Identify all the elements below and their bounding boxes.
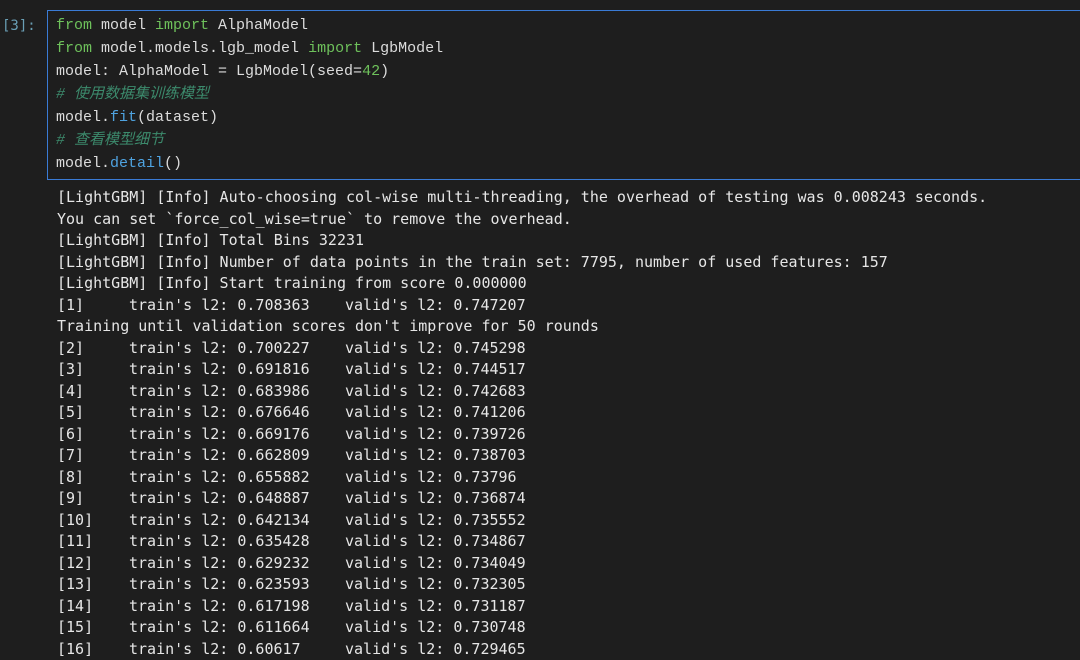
train-l2: train's l2: 0.708363 (129, 295, 345, 317)
training-round-row: [11]train's l2: 0.635428valid's l2: 0.73… (57, 531, 987, 553)
training-round-row: [6]train's l2: 0.669176valid's l2: 0.739… (57, 424, 987, 446)
round-index: [16] (57, 639, 129, 660)
valid-l2: valid's l2: 0.734049 (345, 554, 526, 572)
round-index: [4] (57, 381, 129, 403)
train-l2: train's l2: 0.629232 (129, 553, 345, 575)
training-round-row: [15]train's l2: 0.611664valid's l2: 0.73… (57, 617, 987, 639)
round-index: [10] (57, 510, 129, 532)
module-name: model (92, 17, 155, 34)
training-round-row: [9]train's l2: 0.648887valid's l2: 0.736… (57, 488, 987, 510)
round-index: [8] (57, 467, 129, 489)
training-rounds-list: [2]train's l2: 0.700227valid's l2: 0.745… (57, 338, 987, 660)
valid-l2: valid's l2: 0.736874 (345, 489, 526, 507)
valid-l2: valid's l2: 0.742683 (345, 382, 526, 400)
training-round-row: [14]train's l2: 0.617198valid's l2: 0.73… (57, 596, 987, 618)
code-line: model.detail() (56, 155, 182, 172)
train-l2: train's l2: 0.611664 (129, 617, 345, 639)
round-index: [12] (57, 553, 129, 575)
code-text: model. (56, 155, 110, 172)
valid-l2: valid's l2: 0.744517 (345, 360, 526, 378)
round-index: [13] (57, 574, 129, 596)
valid-l2: valid's l2: 0.745298 (345, 339, 526, 357)
keyword: from (56, 40, 92, 57)
log-line: [LightGBM] [Info] Auto-choosing col-wise… (57, 187, 987, 209)
training-round-row: [3]train's l2: 0.691816valid's l2: 0.744… (57, 359, 987, 381)
training-round-row: [12]train's l2: 0.629232valid's l2: 0.73… (57, 553, 987, 575)
code-line: from model import AlphaModel (56, 17, 308, 34)
train-l2: train's l2: 0.676646 (129, 402, 345, 424)
training-round-row: [2]train's l2: 0.700227valid's l2: 0.745… (57, 338, 987, 360)
code-text: ) (380, 63, 389, 80)
code-text: (dataset) (137, 109, 218, 126)
method-name: detail (110, 155, 164, 172)
round-index: [1] (57, 295, 129, 317)
training-round-row: [8]train's l2: 0.655882valid's l2: 0.737… (57, 467, 987, 489)
valid-l2: valid's l2: 0.739726 (345, 425, 526, 443)
train-l2: train's l2: 0.683986 (129, 381, 345, 403)
training-round-row: [10]train's l2: 0.642134valid's l2: 0.73… (57, 510, 987, 532)
valid-l2: valid's l2: 0.729465 (345, 640, 526, 658)
round-index: [11] (57, 531, 129, 553)
log-line: You can set `force_col_wise=true` to rem… (57, 209, 987, 231)
valid-l2: valid's l2: 0.735552 (345, 511, 526, 529)
early-stopping-message: Training until validation scores don't i… (57, 316, 987, 338)
round-index: [9] (57, 488, 129, 510)
method-name: fit (110, 109, 137, 126)
import-name: LgbModel (362, 40, 443, 57)
valid-l2: valid's l2: 0.734867 (345, 532, 526, 550)
train-l2: train's l2: 0.617198 (129, 596, 345, 618)
log-line: [LightGBM] [Info] Total Bins 32231 (57, 230, 987, 252)
valid-l2: valid's l2: 0.730748 (345, 618, 526, 636)
valid-l2: valid's l2: 0.741206 (345, 403, 526, 421)
cell-output: [LightGBM] [Info] Auto-choosing col-wise… (57, 187, 987, 660)
module-name: model.models.lgb_model (92, 40, 308, 57)
round-index: [7] (57, 445, 129, 467)
keyword: from (56, 17, 92, 34)
code-line: from model.models.lgb_model import LgbMo… (56, 40, 443, 57)
keyword: import (308, 40, 362, 57)
train-l2: train's l2: 0.669176 (129, 424, 345, 446)
code-comment: # 查看模型细节 (56, 132, 164, 149)
keyword: import (155, 17, 209, 34)
train-l2: train's l2: 0.648887 (129, 488, 345, 510)
train-l2: train's l2: 0.623593 (129, 574, 345, 596)
code-line: model: AlphaModel = LgbModel(seed=42) (56, 63, 389, 80)
valid-l2: valid's l2: 0.747207 (345, 296, 526, 314)
valid-l2: valid's l2: 0.73796 (345, 468, 517, 486)
round-index: [2] (57, 338, 129, 360)
valid-l2: valid's l2: 0.738703 (345, 446, 526, 464)
round-index: [5] (57, 402, 129, 424)
round-index: [14] (57, 596, 129, 618)
train-l2: train's l2: 0.655882 (129, 467, 345, 489)
code-text: model. (56, 109, 110, 126)
round-index: [3] (57, 359, 129, 381)
valid-l2: valid's l2: 0.731187 (345, 597, 526, 615)
import-name: AlphaModel (209, 17, 308, 34)
code-text: model: AlphaModel = LgbModel(seed= (56, 63, 362, 80)
train-l2: train's l2: 0.635428 (129, 531, 345, 553)
cell-execution-count: [3]: (2, 16, 44, 36)
round-index: [6] (57, 424, 129, 446)
training-round-row: [5]train's l2: 0.676646valid's l2: 0.741… (57, 402, 987, 424)
log-line: [LightGBM] [Info] Number of data points … (57, 252, 987, 274)
training-round-row: [13]train's l2: 0.623593valid's l2: 0.73… (57, 574, 987, 596)
code-editor[interactable]: from model import AlphaModel from model.… (56, 14, 443, 175)
valid-l2: valid's l2: 0.732305 (345, 575, 526, 593)
training-round-row: [16]train's l2: 0.60617valid's l2: 0.729… (57, 639, 987, 660)
log-line: [LightGBM] [Info] Start training from sc… (57, 273, 987, 295)
train-l2: train's l2: 0.60617 (129, 639, 345, 660)
train-l2: train's l2: 0.662809 (129, 445, 345, 467)
number-literal: 42 (362, 63, 380, 80)
training-round-row: [1]train's l2: 0.708363valid's l2: 0.747… (57, 295, 987, 317)
training-round-row: [7]train's l2: 0.662809valid's l2: 0.738… (57, 445, 987, 467)
code-line: model.fit(dataset) (56, 109, 218, 126)
code-comment: # 使用数据集训练模型 (56, 86, 209, 103)
train-l2: train's l2: 0.642134 (129, 510, 345, 532)
train-l2: train's l2: 0.691816 (129, 359, 345, 381)
train-l2: train's l2: 0.700227 (129, 338, 345, 360)
training-round-row: [4]train's l2: 0.683986valid's l2: 0.742… (57, 381, 987, 403)
round-index: [15] (57, 617, 129, 639)
code-text: () (164, 155, 182, 172)
